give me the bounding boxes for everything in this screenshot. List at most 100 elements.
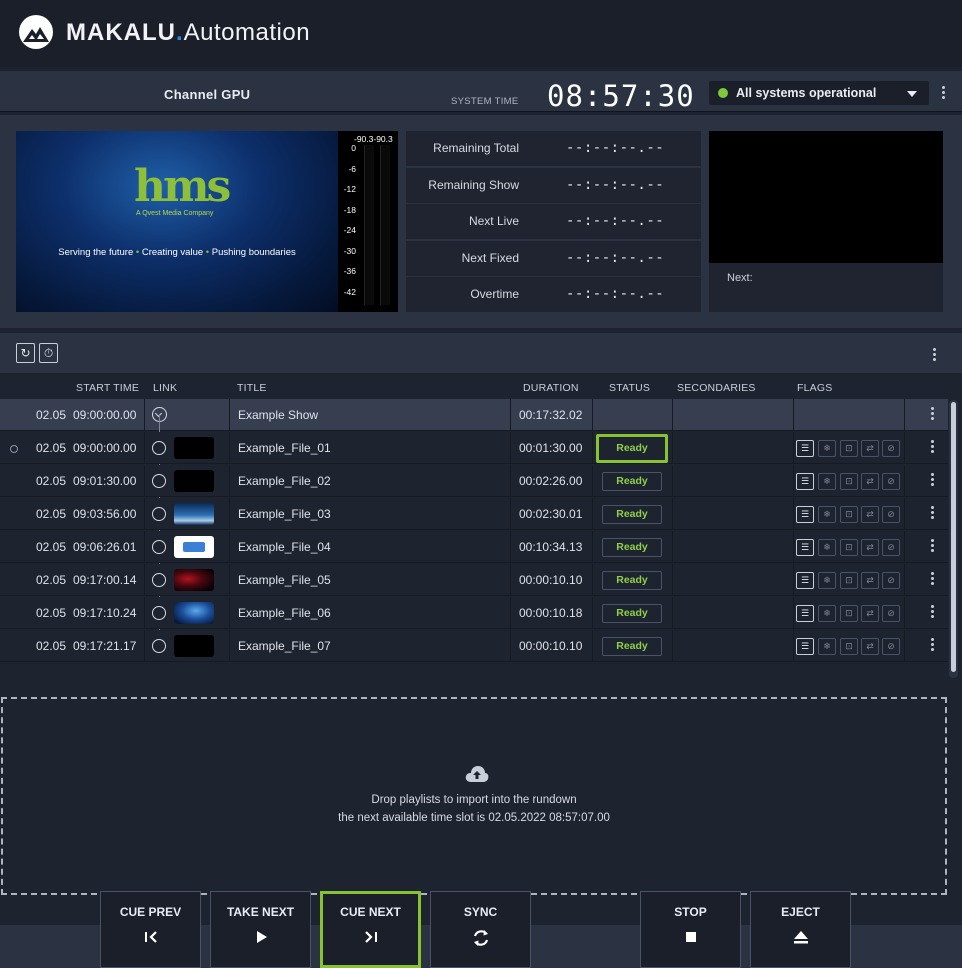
col-flags[interactable]: FLAGS	[797, 382, 832, 394]
loop-flag-icon[interactable]: ⊡	[840, 572, 858, 589]
rundown-scrollbar[interactable]	[949, 400, 958, 678]
loop-flag-icon[interactable]: ⊡	[840, 506, 858, 523]
playlist-flag-icon[interactable]: ☰	[796, 638, 814, 655]
loop-flag-icon[interactable]: ⊡	[840, 605, 858, 622]
playlist-flag-icon[interactable]: ☰	[796, 572, 814, 589]
row-menu-icon[interactable]	[931, 572, 935, 588]
row-title: Example Show	[238, 408, 319, 422]
row-menu-icon[interactable]	[931, 473, 935, 489]
row-start-time: 09:00:00.00	[73, 441, 137, 455]
freeze-flag-icon[interactable]: ❄	[818, 572, 836, 589]
no-video-flag-icon[interactable]: ⊘	[882, 473, 900, 490]
link-node-icon[interactable]	[152, 606, 166, 620]
status-ok-icon	[718, 88, 728, 98]
row-menu-icon[interactable]	[931, 440, 935, 456]
table-row[interactable]: 02.05 09:00:00.00 Example_File_01 00:01:…	[0, 432, 948, 464]
stopwatch-icon[interactable]: ⏱	[39, 343, 58, 363]
eject-button[interactable]: EJECT	[750, 891, 851, 968]
freeze-flag-icon[interactable]: ❄	[818, 539, 836, 556]
no-video-flag-icon[interactable]: ⊘	[882, 572, 900, 589]
col-title[interactable]: TITLE	[237, 382, 267, 394]
freeze-flag-icon[interactable]: ❄	[818, 506, 836, 523]
table-row[interactable]: 02.05 09:03:56.00 Example_File_03 00:02:…	[0, 498, 948, 530]
next-label: Next:	[727, 272, 753, 284]
freeze-flag-icon[interactable]: ❄	[818, 605, 836, 622]
link-node-icon[interactable]	[152, 540, 166, 554]
timer-value: --:--:--.--	[566, 177, 665, 193]
table-row[interactable]: 02.05 09:01:30.00 Example_File_02 00:02:…	[0, 465, 948, 497]
table-row[interactable]: 02.05 09:17:00.14 Example_File_05 00:00:…	[0, 564, 948, 596]
row-menu-icon[interactable]	[931, 605, 935, 621]
playlist-drop-zone[interactable]: Drop playlists to import into the rundow…	[1, 697, 947, 895]
status-badge: Ready	[602, 637, 662, 656]
system-status-dropdown[interactable]: All systems operational	[709, 81, 929, 105]
no-video-flag-icon[interactable]: ⊘	[882, 638, 900, 655]
channel-menu-icon[interactable]	[942, 86, 946, 102]
row-date: 02.05	[36, 573, 67, 587]
transition-flag-icon[interactable]: ⇄	[861, 539, 879, 556]
freeze-flag-icon[interactable]: ❄	[818, 638, 836, 655]
col-secondaries[interactable]: SECONDARIES	[677, 382, 756, 394]
meter-tick: -18	[343, 205, 356, 215]
no-video-flag-icon[interactable]: ⊘	[882, 605, 900, 622]
stop-button[interactable]: STOP	[640, 891, 741, 968]
playlist-flag-icon[interactable]: ☰	[796, 539, 814, 556]
channel-bar: Channel GPU SYSTEM TIME 08:57:30 All sys…	[0, 71, 962, 113]
link-node-icon[interactable]	[152, 507, 166, 521]
table-row[interactable]: 02.05 09:17:10.24 Example_File_06 00:00:…	[0, 597, 948, 629]
row-duration: 00:10:34.13	[519, 540, 583, 554]
transition-flag-icon[interactable]: ⇄	[861, 638, 879, 655]
sync-button[interactable]: SYNC	[430, 891, 531, 968]
meter-tick: -24	[343, 225, 356, 235]
timer-label: Remaining Show	[428, 178, 519, 192]
cue-next-button[interactable]: CUE NEXT	[320, 891, 421, 968]
system-time-label: SYSTEM TIME	[451, 96, 519, 107]
timer-value: --:--:--.--	[566, 140, 665, 156]
table-row[interactable]: 02.05 09:17:21.17 Example_File_07 00:00:…	[0, 630, 948, 662]
loop-flag-icon[interactable]: ⊡	[840, 638, 858, 655]
rundown-table-header: START TIME LINK TITLE DURATION STATUS SE…	[0, 374, 948, 398]
link-node-icon[interactable]	[152, 474, 166, 488]
transition-flag-icon[interactable]: ⇄	[861, 506, 879, 523]
no-video-flag-icon[interactable]: ⊘	[882, 506, 900, 523]
freeze-flag-icon[interactable]: ❄	[818, 473, 836, 490]
playlist-flag-icon[interactable]: ☰	[796, 605, 814, 622]
row-menu-icon[interactable]	[931, 506, 935, 522]
take-next-button[interactable]: TAKE NEXT	[210, 891, 311, 968]
row-duration: 00:02:26.00	[519, 474, 583, 488]
link-node-icon[interactable]	[152, 639, 166, 653]
row-menu-icon[interactable]	[931, 539, 935, 555]
no-video-flag-icon[interactable]: ⊘	[882, 440, 900, 457]
table-row[interactable]: 02.05 09:06:26.01 Example_File_04 00:10:…	[0, 531, 948, 563]
playlist-flag-icon[interactable]: ☰	[796, 473, 814, 490]
col-status[interactable]: STATUS	[609, 382, 650, 394]
transition-flag-icon[interactable]: ⇄	[861, 440, 879, 457]
transition-flag-icon[interactable]: ⇄	[861, 605, 879, 622]
show-row[interactable]: 02.05 09:00:00.00 Example Show 00:17:32.…	[0, 399, 948, 431]
row-title: Example_File_03	[238, 507, 331, 521]
loop-flag-icon[interactable]: ⊡	[840, 539, 858, 556]
col-duration[interactable]: DURATION	[523, 382, 579, 394]
eject-icon	[751, 928, 850, 949]
row-menu-icon[interactable]	[931, 638, 935, 654]
col-start-time[interactable]: START TIME	[76, 382, 139, 394]
col-link[interactable]: LINK	[153, 382, 177, 394]
timer-value: --:--:--.--	[566, 213, 665, 229]
rundown-menu-icon[interactable]	[933, 348, 937, 364]
playlist-flag-icon[interactable]: ☰	[796, 506, 814, 523]
freeze-flag-icon[interactable]: ❄	[818, 440, 836, 457]
playlist-flag-icon[interactable]: ☰	[796, 440, 814, 457]
program-video-preview: hms A Qvest Media Company Serving the fu…	[16, 131, 338, 312]
transition-flag-icon[interactable]: ⇄	[861, 473, 879, 490]
link-node-icon[interactable]	[152, 573, 166, 587]
meter-tick: 0	[351, 143, 356, 153]
loop-flag-icon[interactable]: ⊡	[840, 473, 858, 490]
row-menu-icon[interactable]	[931, 407, 935, 423]
refresh-icon[interactable]: ↻	[16, 343, 35, 363]
link-node-icon[interactable]	[152, 441, 166, 455]
cue-prev-button[interactable]: CUE PREV	[100, 891, 201, 968]
transition-flag-icon[interactable]: ⇄	[861, 572, 879, 589]
loop-flag-icon[interactable]: ⊡	[840, 440, 858, 457]
timer-value: --:--:--.--	[566, 286, 665, 302]
no-video-flag-icon[interactable]: ⊘	[882, 539, 900, 556]
